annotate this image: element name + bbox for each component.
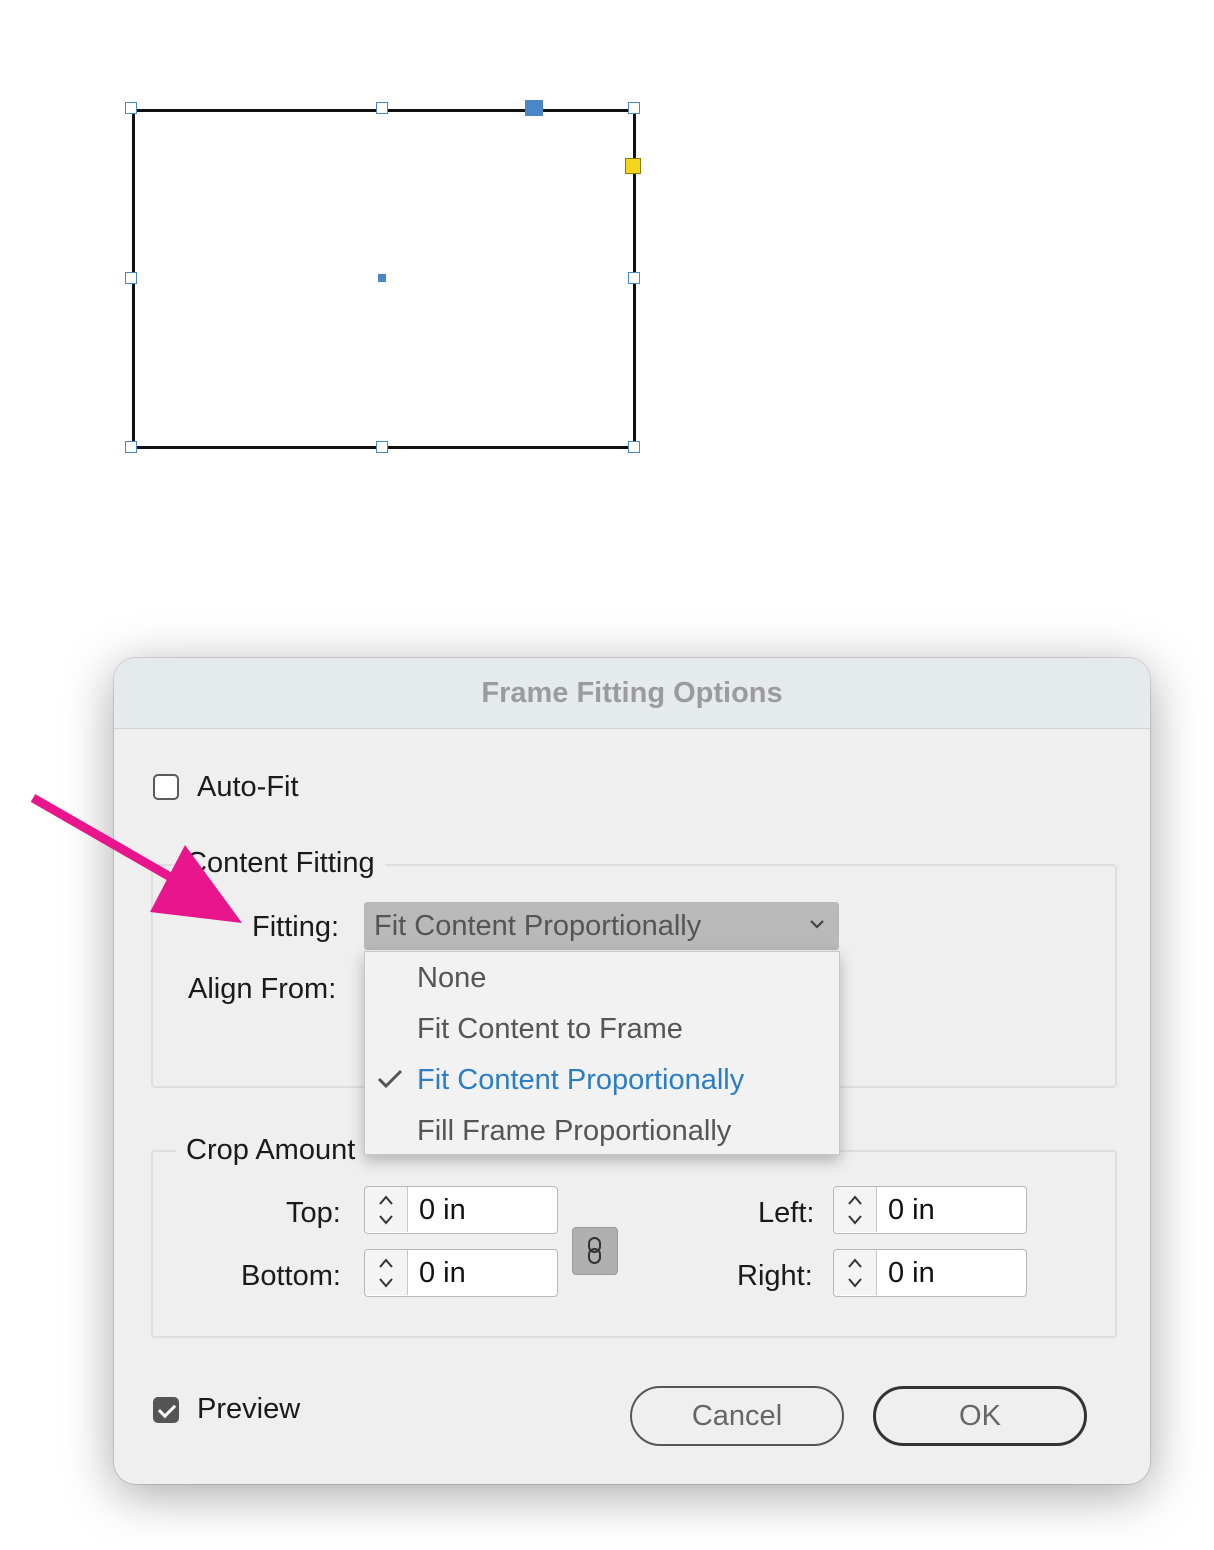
cancel-button[interactable]: Cancel (630, 1386, 844, 1446)
preview-label: Preview (197, 1393, 301, 1425)
fitting-select-value: Fit Content Proportionally (374, 910, 702, 942)
frame-fitting-options-dialog: Frame Fitting Options Auto-Fit Content F… (114, 658, 1150, 1484)
constrain-proportions-button[interactable] (572, 1227, 618, 1275)
frame-center-point (378, 274, 386, 282)
preview-checkbox[interactable] (153, 1397, 179, 1423)
stepper-arrows-icon[interactable] (834, 1187, 877, 1232)
stepper-arrows-icon[interactable] (834, 1250, 877, 1295)
ok-button[interactable]: OK (873, 1386, 1087, 1446)
content-grabber-handle[interactable] (525, 100, 543, 116)
crop-left-label: Left: (758, 1197, 815, 1229)
menu-item-fit-content-to-frame[interactable]: Fit Content to Frame (365, 1005, 839, 1055)
crop-bottom-value: 0 in (419, 1257, 466, 1289)
frame-handle-bottom-left[interactable] (125, 441, 137, 453)
fitting-dropdown-menu: None Fit Content to Frame Fit Content Pr… (364, 951, 840, 1155)
crop-right-spinner[interactable]: 0 in (833, 1249, 1027, 1297)
frame-handle-middle-right[interactable] (628, 272, 640, 284)
frame-handle-middle-left[interactable] (125, 272, 137, 284)
menu-item-label: Fit Content to Frame (417, 1013, 683, 1045)
frame-handle-bottom-right[interactable] (628, 441, 640, 453)
menu-item-label: None (417, 962, 487, 994)
stepper-arrows-icon[interactable] (365, 1187, 408, 1232)
align-from-label: Align From: (188, 973, 337, 1005)
menu-item-label: Fit Content Proportionally (417, 1064, 745, 1096)
stepper-arrows-icon[interactable] (365, 1250, 408, 1295)
pink-arrow-icon (30, 794, 242, 923)
frame-handle-top-right[interactable] (628, 102, 640, 114)
crop-amount-group (151, 1150, 1117, 1338)
crop-right-label: Right: (737, 1260, 813, 1292)
chain-link-icon (588, 1237, 601, 1264)
menu-item-label: Fill Frame Proportionally (417, 1115, 732, 1147)
crop-bottom-spinner[interactable]: 0 in (364, 1249, 558, 1297)
crop-right-value: 0 in (888, 1257, 935, 1289)
frame-handle-top-center[interactable] (376, 102, 388, 114)
frame-handle-bottom-center[interactable] (376, 441, 388, 453)
menu-item-none[interactable]: None (365, 954, 839, 1004)
crop-amount-legend: Crop Amount (176, 1134, 366, 1167)
fitting-label: Fitting: (252, 911, 340, 943)
crop-top-spinner[interactable]: 0 in (364, 1186, 558, 1234)
checkmark-icon (377, 1069, 403, 1089)
crop-top-value: 0 in (419, 1194, 466, 1226)
dialog-titlebar: Frame Fitting Options (114, 658, 1150, 729)
crop-top-label: Top: (286, 1197, 341, 1229)
crop-bottom-label: Bottom: (241, 1260, 341, 1292)
menu-item-fill-frame-proportionally[interactable]: Fill Frame Proportionally (365, 1107, 839, 1157)
crop-left-spinner[interactable]: 0 in (833, 1186, 1027, 1234)
frame-handle-top-left[interactable] (125, 102, 137, 114)
live-corners-handle[interactable] (625, 158, 641, 174)
fitting-select[interactable]: Fit Content Proportionally (364, 902, 839, 950)
menu-item-fit-content-proportionally[interactable]: Fit Content Proportionally (365, 1056, 839, 1106)
dialog-title: Frame Fitting Options (481, 676, 783, 709)
chevron-down-icon (810, 920, 824, 929)
crop-left-value: 0 in (888, 1194, 935, 1226)
